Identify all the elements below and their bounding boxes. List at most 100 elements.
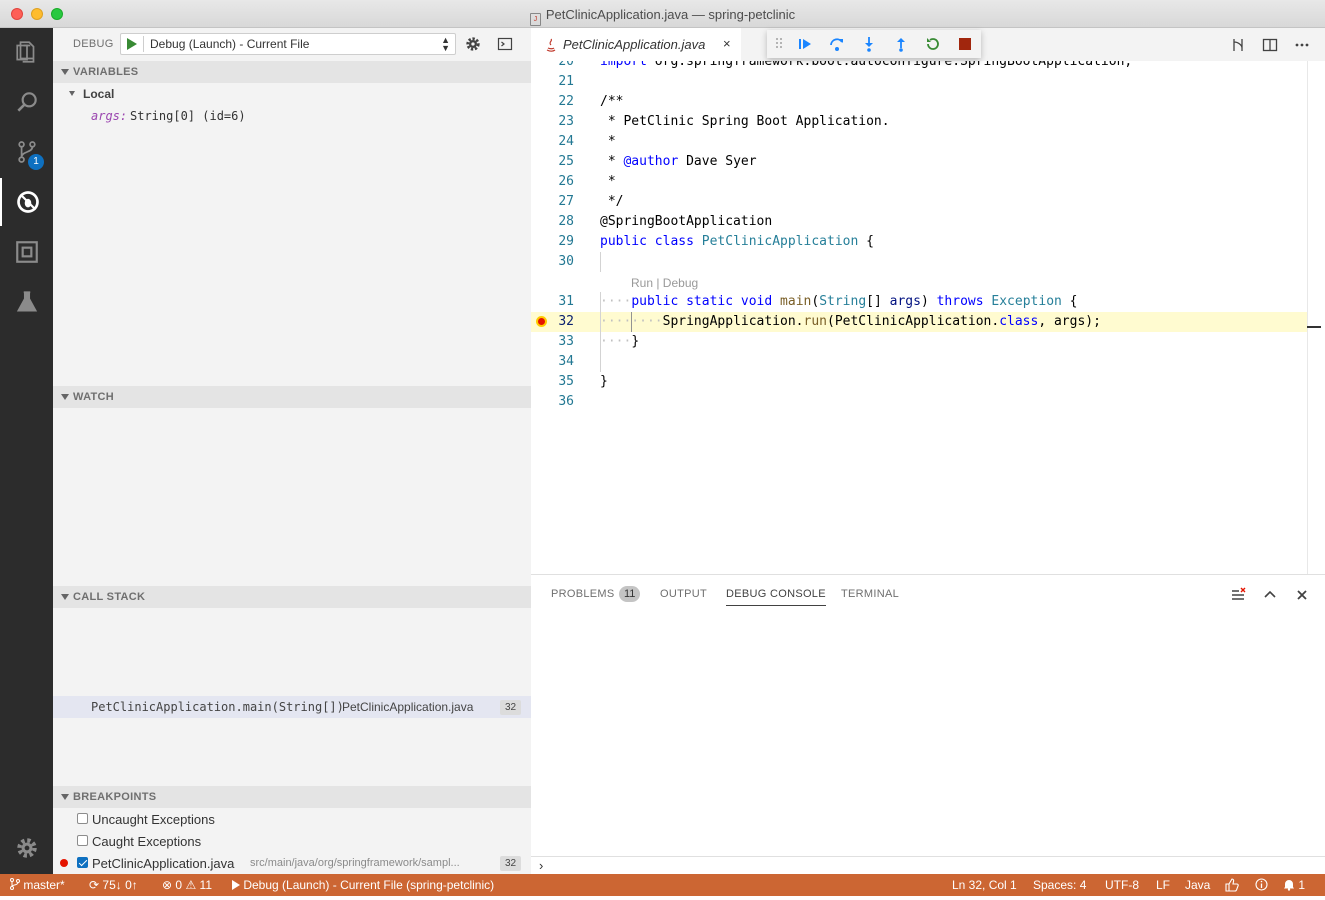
tab-terminal[interactable]: TERMINAL [841, 588, 899, 600]
floating-debug-toolbar [767, 30, 981, 58]
code-line: 26 * [558, 174, 616, 189]
maximize-panel-icon[interactable] [1261, 586, 1279, 604]
cursor-position-item[interactable]: Ln 32, Col 1 [952, 878, 1017, 892]
java-file-icon [546, 38, 556, 52]
status-bar: master* ⟳ 75↓ 0↑ ⊗ 0 ⚠ 11 Debug (Launch)… [0, 874, 1325, 896]
codelens-run-debug[interactable]: Run | Debug [631, 273, 698, 293]
frame-line-badge: 32 [500, 700, 522, 715]
step-over-icon[interactable] [827, 34, 847, 54]
settings-gear-icon[interactable] [0, 824, 53, 872]
launch-config-value: Debug (Launch) - Current File [150, 37, 310, 51]
tab-petclinic-application[interactable]: PetClinicApplication.java × [531, 28, 741, 61]
error-icon: ⊗ [162, 878, 173, 892]
title-bar: J PetClinicApplication.java — spring-petc… [0, 0, 1325, 28]
window-title: J PetClinicApplication.java — spring-petc… [0, 7, 1325, 26]
code-line: 27 */ [558, 194, 624, 209]
split-editor-icon[interactable] [1261, 36, 1279, 54]
start-debugging-icon[interactable] [127, 38, 137, 50]
source-control-icon[interactable]: 1 [0, 128, 53, 176]
test-flask-icon[interactable] [0, 278, 53, 326]
stop-icon[interactable] [955, 34, 975, 54]
variables-scope-local[interactable]: Local [53, 83, 531, 105]
problems-status-item[interactable]: ⊗ 0 ⚠ 11 [162, 878, 212, 892]
step-out-icon[interactable] [891, 34, 911, 54]
variables-section-header[interactable]: VARIABLES [53, 61, 531, 83]
tab-problems[interactable]: PROBLEMS [551, 588, 615, 600]
close-panel-icon[interactable] [1293, 586, 1311, 604]
encoding-item[interactable]: UTF-8 [1105, 878, 1139, 892]
branch-icon [10, 878, 20, 890]
breakpoint-dot-icon [60, 859, 68, 867]
editor-scrollbar[interactable] [1307, 61, 1321, 574]
debug-play-icon [232, 880, 240, 890]
breakpoints-section-header[interactable]: BREAKPOINTS [53, 786, 531, 808]
tab-close-icon[interactable]: × [723, 36, 731, 51]
feedback-thumbs-up-icon[interactable] [1225, 878, 1239, 895]
collapse-chevron-icon [61, 594, 69, 600]
code-line: 29 public class PetClinicApplication { [558, 234, 874, 249]
breakpoint-checkbox[interactable] [77, 813, 88, 824]
breakpoint-checkbox[interactable] [77, 835, 88, 846]
code-line: 28 @SpringBootApplication [558, 214, 773, 229]
more-actions-icon[interactable] [1293, 36, 1311, 54]
editor-area: PetClinicApplication.java × 20 import or… [531, 28, 1325, 574]
breakpoint-file-entry[interactable]: PetClinicApplication.java src/main/java/… [53, 852, 531, 874]
call-stack-frame[interactable]: PetClinicApplication.main(String[]) PetC… [53, 696, 531, 718]
eol-item[interactable]: LF [1156, 878, 1170, 892]
notifications-item[interactable]: 1 [1283, 878, 1305, 892]
watch-section-header[interactable]: WATCH [53, 386, 531, 408]
extensions-icon[interactable] [0, 228, 53, 276]
debug-console-toggle-icon[interactable] [496, 35, 514, 53]
breakpoint-caught-exceptions[interactable]: Caught Exceptions [53, 830, 531, 852]
breakpoint-uncaught-exceptions[interactable]: Uncaught Exceptions [53, 808, 531, 830]
variable-item[interactable]: args: String[0] (id=6) [53, 105, 531, 127]
restart-icon[interactable] [923, 34, 943, 54]
editor-tabs: PetClinicApplication.java × [531, 28, 1325, 61]
sync-status-item[interactable]: ⟳ 75↓ 0↑ [89, 878, 138, 892]
code-line: 30 [531, 252, 1307, 272]
clear-console-icon[interactable] [1229, 586, 1247, 604]
breakpoint-checkbox[interactable] [77, 857, 88, 868]
drag-grip-icon[interactable] [775, 37, 783, 51]
explorer-icon[interactable] [0, 28, 53, 76]
debug-session-item[interactable]: Debug (Launch) - Current File (spring-pe… [232, 878, 494, 892]
debug-icon[interactable] [0, 178, 53, 226]
scrollbar-current-line-marker [1307, 326, 1321, 328]
expand-chevron-icon [69, 91, 75, 96]
continue-icon[interactable] [795, 34, 815, 54]
debug-toolbar: DEBUG Debug (Launch) - Current File ▲ ▼ [53, 28, 531, 60]
console-prompt-icon: › [539, 858, 544, 873]
select-divider [143, 36, 144, 52]
scm-badge: 1 [28, 154, 44, 170]
code-line: 25 * @author Dave Syer [558, 154, 757, 169]
code-line: 35 } [558, 374, 608, 389]
breakpoint-line-badge: 32 [500, 856, 522, 871]
background-strip [0, 896, 1325, 900]
language-mode-item[interactable]: Java [1185, 878, 1210, 892]
bottom-panel: PROBLEMS 11 OUTPUT DEBUG CONSOLE TERMINA… [531, 574, 1325, 874]
vscode-window: J PetClinicApplication.java — spring-petc… [0, 0, 1325, 900]
launch-settings-gear-icon[interactable] [464, 35, 482, 53]
warning-icon: ⚠ [185, 878, 197, 892]
select-arrows-icon: ▲ ▼ [441, 35, 450, 53]
info-icon[interactable] [1255, 878, 1268, 894]
code-line: 20 import org.springframework.boot.autoc… [558, 61, 1133, 69]
indentation-item[interactable]: Spaces: 4 [1033, 878, 1086, 892]
code-editor[interactable]: 20 import org.springframework.boot.autoc… [531, 61, 1307, 574]
git-branch-item[interactable]: master* [10, 878, 65, 892]
code-line: 33 ····} [531, 332, 1307, 352]
bell-icon [1284, 880, 1294, 891]
step-into-icon[interactable] [859, 34, 879, 54]
open-changes-icon[interactable] [1229, 36, 1247, 54]
debug-console-input[interactable]: › [531, 856, 1325, 875]
collapse-chevron-icon [61, 69, 69, 75]
call-stack-section-header[interactable]: CALL STACK [53, 586, 531, 608]
code-line: 23 * PetClinic Spring Boot Application. [558, 114, 890, 129]
tab-debug-console[interactable]: DEBUG CONSOLE [726, 588, 826, 606]
search-icon[interactable] [0, 78, 53, 126]
code-line-current: 32 ········SpringApplication.run(PetClin… [531, 312, 1307, 332]
tab-output[interactable]: OUTPUT [660, 588, 707, 600]
launch-config-select[interactable]: Debug (Launch) - Current File ▲ ▼ [120, 33, 456, 55]
collapse-chevron-icon [61, 394, 69, 400]
code-line: 36 [558, 394, 574, 409]
